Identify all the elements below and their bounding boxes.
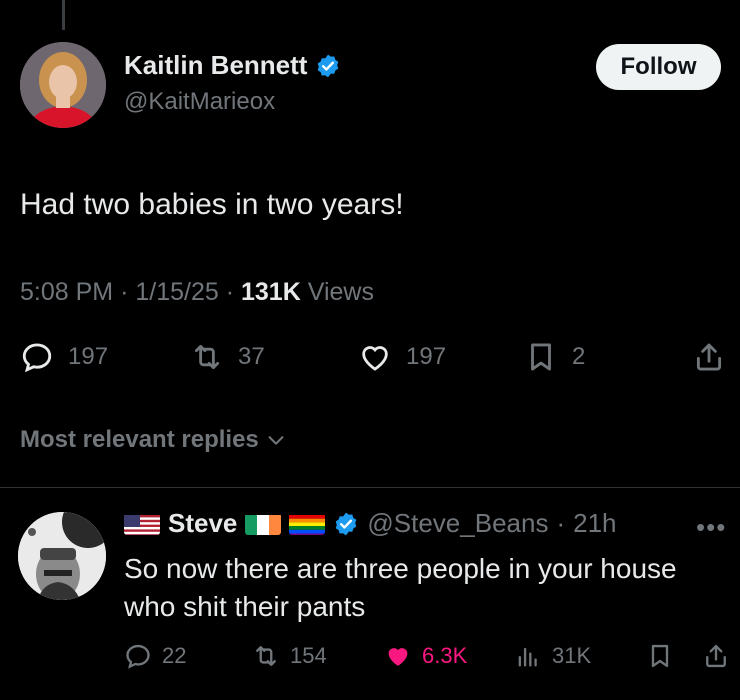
reply-author-avatar[interactable] bbox=[18, 512, 106, 600]
reply-share-button[interactable] bbox=[702, 642, 730, 670]
bookmark-icon bbox=[531, 343, 551, 371]
share-button[interactable] bbox=[692, 340, 726, 374]
repost-count: 37 bbox=[238, 343, 265, 370]
repost-button[interactable]: 37 bbox=[190, 340, 265, 374]
verified-badge-icon bbox=[318, 54, 339, 77]
reply-button[interactable]: 197 bbox=[20, 340, 108, 374]
bookmark-icon bbox=[651, 644, 669, 668]
meta-separator: · bbox=[556, 508, 566, 538]
share-upload-icon bbox=[696, 343, 722, 371]
tweet-date[interactable]: 1/15/25 bbox=[135, 278, 218, 306]
reply-text: So now there are three people in your ho… bbox=[124, 553, 677, 622]
author-name[interactable]: Kaitlin Bennett bbox=[124, 50, 307, 81]
tweet-meta: 5:08 PM · 1/15/25 · 131K Views bbox=[20, 278, 374, 307]
like-count: 197 bbox=[406, 343, 447, 370]
tweet-action-bar: 197 37 197 2 bbox=[0, 340, 740, 384]
reply-views-button[interactable]: 31K bbox=[514, 642, 591, 670]
more-dots-icon[interactable]: ••• bbox=[696, 512, 726, 543]
reply-repost-count: 154 bbox=[290, 643, 327, 668]
ireland-flag-icon bbox=[245, 513, 282, 535]
replies-sort-label: Most relevant replies bbox=[20, 426, 259, 453]
us-flag-icon bbox=[124, 513, 160, 535]
tweet-time[interactable]: 5:08 PM bbox=[20, 278, 113, 306]
reply-count: 197 bbox=[68, 343, 109, 370]
heart-filled-icon bbox=[388, 648, 408, 666]
views-count: 131K bbox=[241, 278, 301, 306]
views-label: Views bbox=[307, 278, 374, 306]
heart-icon bbox=[362, 346, 388, 371]
reply-bookmark-button[interactable] bbox=[646, 642, 674, 670]
author-name-row[interactable]: Kaitlin Bennett bbox=[124, 50, 341, 81]
reply-like-count: 6.3K bbox=[422, 643, 468, 668]
reply-author-name[interactable]: Steve bbox=[168, 508, 237, 539]
author-handle[interactable]: @KaitMarieox bbox=[124, 88, 275, 116]
chevron-down-icon bbox=[268, 436, 284, 445]
repost-arrows-icon bbox=[194, 344, 220, 370]
bar-chart-icon bbox=[518, 647, 537, 667]
reply-views-count: 31K bbox=[552, 643, 592, 668]
replies-sort-dropdown[interactable]: Most relevant replies bbox=[20, 426, 287, 454]
author-avatar[interactable] bbox=[20, 42, 106, 128]
bookmark-count: 2 bbox=[572, 343, 586, 370]
reply-reply-count: 22 bbox=[162, 643, 187, 668]
rainbow-flag-icon bbox=[289, 513, 326, 535]
tweet-text: Had two babies in two years! bbox=[20, 188, 404, 221]
share-upload-icon bbox=[706, 644, 726, 668]
verified-badge-icon bbox=[336, 512, 357, 535]
reply-author-handle[interactable]: @Steve_Beans bbox=[367, 508, 548, 539]
reply-time[interactable]: 21h bbox=[573, 508, 616, 539]
reply-reply-button[interactable]: 22 bbox=[124, 642, 186, 670]
reply-header: Steve @Steve_Beans · 21h bbox=[124, 508, 617, 539]
follow-button[interactable]: Follow bbox=[596, 44, 721, 90]
speech-bubble-icon bbox=[126, 644, 150, 669]
bookmark-button[interactable]: 2 bbox=[524, 340, 585, 374]
repost-arrows-icon bbox=[256, 646, 276, 666]
reply-repost-button[interactable]: 154 bbox=[252, 642, 327, 670]
section-divider bbox=[0, 487, 740, 488]
speech-bubble-icon bbox=[22, 343, 52, 373]
meta-separator: · bbox=[225, 278, 235, 306]
reply-like-button[interactable]: 6.3K bbox=[384, 642, 467, 670]
meta-separator: · bbox=[120, 278, 129, 306]
thread-connector-line bbox=[62, 0, 65, 30]
like-button[interactable]: 197 bbox=[358, 340, 446, 374]
reply-action-bar: 22 154 6.3K 31K bbox=[0, 642, 740, 678]
